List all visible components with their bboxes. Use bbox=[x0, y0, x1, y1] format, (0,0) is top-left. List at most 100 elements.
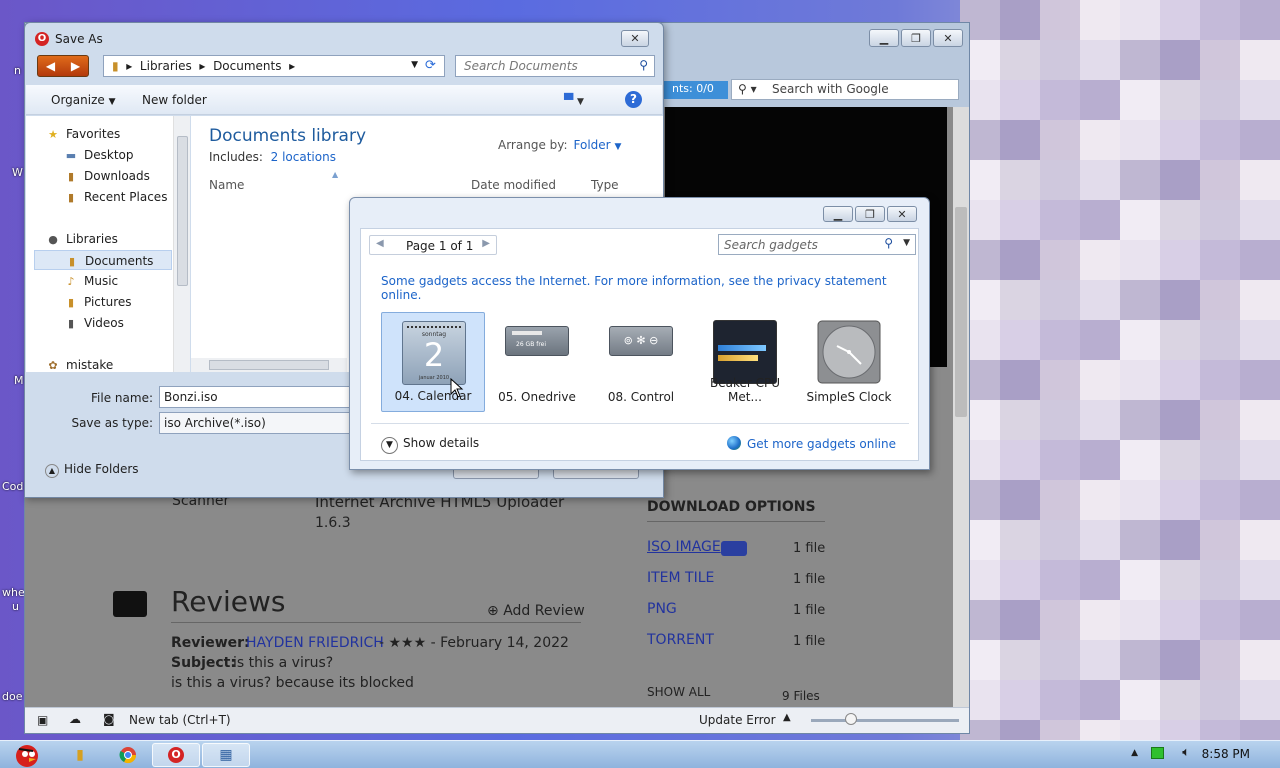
arrow-up-icon[interactable]: ▲ bbox=[783, 712, 791, 723]
breadcrumb-documents[interactable]: Documents bbox=[213, 59, 281, 73]
desktop-icon-label[interactable]: u bbox=[12, 600, 19, 613]
mosaic-tile bbox=[1240, 80, 1280, 120]
file-explorer-taskbar-icon[interactable]: ▮ bbox=[56, 743, 104, 767]
network-icon[interactable] bbox=[1151, 747, 1164, 759]
zoom-slider-handle[interactable] bbox=[845, 713, 857, 725]
search-icon[interactable]: ⚲ bbox=[884, 236, 893, 250]
scrollbar-thumb[interactable] bbox=[177, 136, 188, 286]
update-error-status[interactable]: Update Error bbox=[699, 713, 776, 727]
google-search-input[interactable]: ⚲ ▾ Search with Google bbox=[731, 79, 959, 100]
mosaic-tile bbox=[1120, 520, 1160, 560]
start-button[interactable] bbox=[0, 743, 52, 767]
save-as-type-select[interactable]: iso Archive(*.iso) bbox=[159, 412, 359, 434]
page-scrollbar[interactable] bbox=[953, 107, 969, 709]
close-button[interactable]: ✕ bbox=[933, 29, 963, 47]
organize-button[interactable]: Organize ▼ bbox=[51, 93, 116, 107]
gadget-item-cpu-meter[interactable]: Beaker CPU Met... bbox=[693, 312, 797, 412]
mosaic-tile bbox=[1080, 280, 1120, 320]
nav-mistake[interactable]: ✿ mistake bbox=[46, 355, 194, 375]
file-name-field[interactable]: Bonzi.iso bbox=[159, 386, 359, 408]
chevron-down-icon[interactable]: ▼ bbox=[903, 238, 910, 248]
opera-taskbar-icon[interactable]: O bbox=[152, 743, 200, 767]
scrollbar-thumb[interactable] bbox=[209, 360, 329, 370]
close-button[interactable]: ✕ bbox=[621, 30, 649, 47]
chevron-down-icon[interactable]: ▼ bbox=[411, 60, 418, 70]
chrome-taskbar-icon[interactable] bbox=[104, 743, 152, 767]
search-icon[interactable]: ⚲ bbox=[639, 58, 648, 72]
mosaic-tile bbox=[1120, 0, 1160, 40]
scrollbar-thumb[interactable] bbox=[955, 207, 967, 417]
mosaic-tile bbox=[1120, 160, 1160, 200]
gadget-item-onedrive[interactable]: 26 GB frei 05. Onedrive bbox=[485, 312, 589, 412]
gadgets-taskbar-icon[interactable]: ▦ bbox=[202, 743, 250, 767]
download-link-item-tile[interactable]: ITEM TILE bbox=[647, 570, 714, 586]
internet-notice-link[interactable]: Some gadgets access the Internet. For mo… bbox=[381, 274, 918, 302]
review-body: is this a virus? because its blocked bbox=[171, 675, 414, 691]
desktop-icon-label[interactable]: M bbox=[14, 374, 24, 387]
file-list-hscrollbar[interactable] bbox=[191, 358, 347, 372]
gadget-item-calendar[interactable]: sonntag 2 januar 2010 04. Calendar bbox=[381, 312, 485, 412]
back-arrow-icon[interactable]: ◀ bbox=[38, 56, 63, 76]
address-bar[interactable]: ▮ ▸ Libraries ▸ Documents ▸ ▼ bbox=[103, 55, 445, 77]
control-gadget-icon: ⊚ ✻ ⊖ bbox=[609, 326, 673, 356]
panel-toggle-icon[interactable]: ▣ bbox=[37, 713, 48, 727]
maximize-button[interactable]: ❐ bbox=[901, 29, 931, 47]
desktop-icon-label[interactable]: doe bbox=[2, 690, 22, 703]
desktop-icon-label[interactable]: Cod bbox=[2, 480, 23, 493]
nav-favorites[interactable]: ★ Favorites bbox=[46, 124, 194, 144]
column-name[interactable]: Name bbox=[209, 178, 244, 192]
taskbar-clock[interactable]: 8:58 PM bbox=[1202, 747, 1250, 761]
nav-scrollbar[interactable] bbox=[173, 116, 190, 372]
download-link-torrent[interactable]: TORRENT bbox=[647, 632, 714, 648]
desktop-icon-label[interactable]: W bbox=[12, 166, 23, 179]
download-count: 1 file bbox=[793, 634, 826, 649]
arrange-by-dropdown[interactable]: Folder ▼ bbox=[574, 138, 622, 152]
show-details-button[interactable]: ▼ Show details bbox=[381, 436, 479, 454]
add-review-link[interactable]: ⊕ Add Review bbox=[487, 603, 585, 619]
get-more-gadgets-link[interactable]: Get more gadgets online bbox=[726, 436, 896, 451]
volume-icon[interactable]: 🔈︎ bbox=[1182, 745, 1190, 760]
download-link-png[interactable]: PNG bbox=[647, 601, 677, 617]
column-date-modified[interactable]: Date modified bbox=[471, 178, 556, 192]
zoom-slider[interactable] bbox=[811, 719, 959, 722]
breadcrumb-libraries[interactable]: Libraries bbox=[140, 59, 192, 73]
help-icon[interactable]: ? bbox=[625, 91, 642, 108]
new-folder-button[interactable]: New folder bbox=[142, 93, 207, 107]
nav-label: Libraries bbox=[66, 232, 118, 246]
includes-link[interactable]: 2 locations bbox=[271, 150, 336, 164]
back-forward-buttons[interactable]: ◀ ▶ bbox=[37, 55, 89, 77]
downloads-folder-icon: ▮ bbox=[67, 170, 75, 183]
show-hidden-icons-icon[interactable]: ▲ bbox=[1131, 748, 1138, 758]
cloud-icon[interactable]: ☁ bbox=[69, 712, 81, 726]
column-type[interactable]: Type bbox=[591, 178, 619, 192]
mosaic-tile bbox=[1000, 280, 1040, 320]
forward-arrow-icon[interactable]: ▶ bbox=[63, 56, 88, 76]
reviewer-name-link[interactable]: HAYDEN FRIEDRICH bbox=[246, 635, 384, 651]
minimize-button[interactable]: ▁ bbox=[823, 206, 853, 222]
desktop-icon-label[interactable]: whe bbox=[2, 586, 25, 599]
speed-dial-icon[interactable]: ◙ bbox=[103, 712, 115, 726]
gadget-item-control[interactable]: ⊚ ✻ ⊖ 08. Control bbox=[589, 312, 693, 412]
maximize-button[interactable]: ❐ bbox=[855, 206, 885, 222]
search-gadgets-input[interactable]: Search gadgets ⚲ ▼ bbox=[718, 234, 916, 255]
mosaic-tile bbox=[1080, 560, 1120, 600]
download-link-iso[interactable]: ISO IMAGE bbox=[647, 539, 721, 555]
view-options-icon[interactable]: ▀ ▼ bbox=[564, 93, 584, 107]
hide-folders-button[interactable]: ▲ Hide Folders bbox=[45, 462, 139, 478]
search-documents-input[interactable]: Search Documents ⚲ bbox=[455, 55, 655, 77]
close-button[interactable]: ✕ bbox=[887, 206, 917, 222]
nav-documents[interactable]: ▮ Documents bbox=[34, 250, 172, 270]
gadget-item-clock[interactable]: SimpleS Clock bbox=[797, 312, 901, 412]
desktop-icon-label[interactable]: n bbox=[14, 64, 21, 77]
nav-libraries[interactable]: ● Libraries bbox=[46, 229, 194, 249]
download-icon[interactable] bbox=[721, 541, 747, 556]
refresh-icon[interactable]: ⟳ bbox=[425, 58, 441, 74]
mosaic-tile bbox=[1080, 80, 1120, 120]
show-all-link[interactable]: SHOW ALL bbox=[647, 685, 710, 699]
minimize-button[interactable]: ▁ bbox=[869, 29, 899, 47]
next-page-icon[interactable]: ▶ bbox=[482, 238, 490, 249]
mosaic-tile bbox=[1000, 360, 1040, 400]
previous-page-icon[interactable]: ◀ bbox=[376, 238, 384, 249]
mosaic-tile bbox=[1000, 560, 1040, 600]
mosaic-tile bbox=[1040, 440, 1080, 480]
